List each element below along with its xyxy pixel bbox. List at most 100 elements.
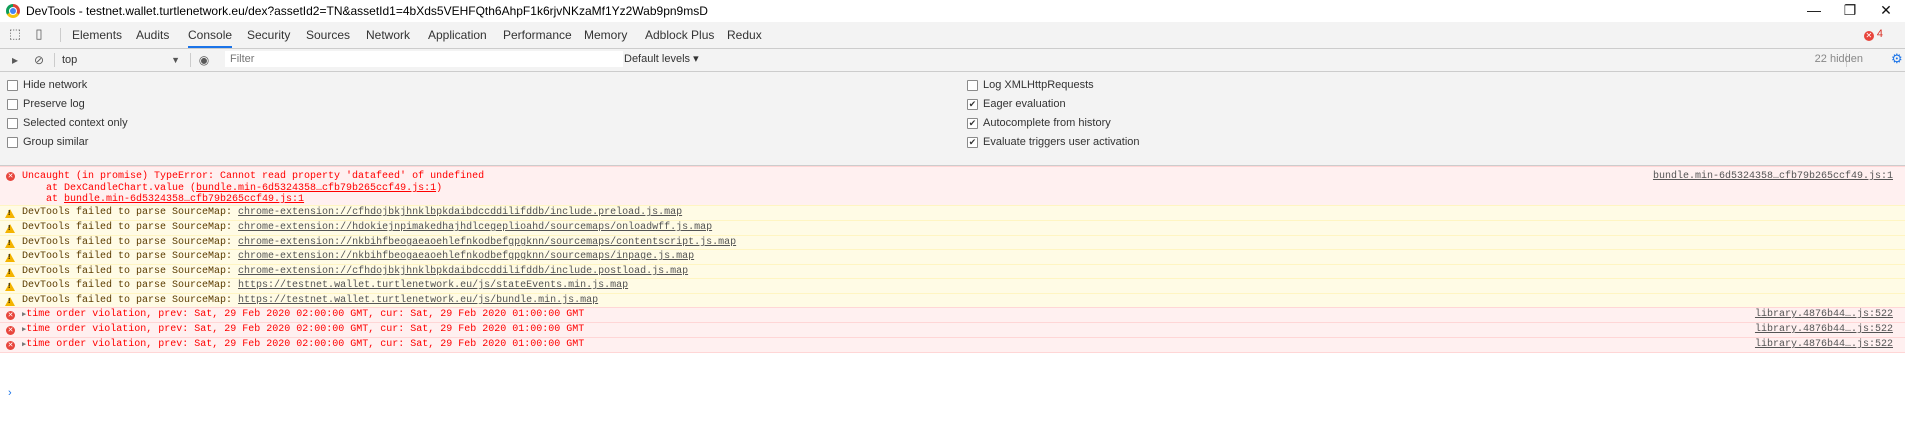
sourcemap-link[interactable]: chrome-extension://nkbihfbeogaeaoehlefnk… [238,237,736,248]
divider [60,28,61,42]
warning-icon [5,239,15,248]
console-warning-message: DevTools failed to parse SourceMap: http… [0,293,1905,307]
console-error-message[interactable]: ✕ ▶time order violation, prev: Sat, 29 F… [0,307,1905,322]
option-label: Eager evaluation [983,98,1066,110]
warning-prefix: DevTools failed to parse SourceMap: [22,207,239,218]
divider [54,53,55,67]
stack-frame-text: ) [436,183,443,194]
tab-adblock-plus[interactable]: Adblock Plus [645,22,714,48]
error-message-text: time order violation, prev: Sat, 29 Feb … [26,324,585,335]
error-text: ▶time order violation, prev: Sat, 29 Feb… [22,339,584,351]
warning-icon [5,268,15,277]
console-messages: ✕ Uncaught (in promise) TypeError: Canno… [0,166,1905,423]
minimize-button[interactable]: — [1799,2,1829,20]
checkbox[interactable] [7,137,18,148]
close-button[interactable]: ✕ [1871,2,1901,20]
warning-icon [5,209,15,218]
error-count: 4 [1876,28,1883,40]
console-prompt-icon[interactable]: › [8,387,12,399]
warning-icon [5,253,15,262]
tab-console[interactable]: Console [188,22,233,48]
warning-prefix: DevTools failed to parse SourceMap: [22,237,239,248]
tab-network[interactable]: Network [366,22,410,48]
checkbox[interactable] [7,118,18,129]
source-link[interactable]: library.4876b44….js:522 [1755,339,1893,351]
error-text: ▶time order violation, prev: Sat, 29 Feb… [22,309,584,321]
warning-prefix: DevTools failed to parse SourceMap: [22,222,239,233]
tab-security[interactable]: Security [247,22,290,48]
checkbox-checked[interactable]: ✔ [967,118,978,129]
console-warning-message: DevTools failed to parse SourceMap: chro… [0,235,1905,249]
error-icon: ✕ [6,341,15,350]
inspect-element-icon[interactable]: ⬚ [7,26,23,42]
error-count-badge[interactable]: ✕ 4 [1863,28,1883,41]
filter-input[interactable] [225,51,623,67]
option-label: Group similar [23,136,89,148]
tab-memory[interactable]: Memory [584,22,627,48]
checkbox[interactable] [7,80,18,91]
error-text: Uncaught (in promise) TypeError: Cannot … [22,171,485,182]
warning-text: DevTools failed to parse SourceMap: http… [22,295,598,307]
error-icon: ✕ [6,311,15,320]
sourcemap-link[interactable]: chrome-extension://cfhdojbkjhnklbpkdaibd… [238,207,682,218]
clear-console-icon[interactable]: ⊘ [31,52,47,68]
context-selector[interactable]: top ▼ [62,51,182,69]
hidden-messages-count: 22 hidden [1814,53,1863,65]
window-titlebar: DevTools - testnet.wallet.turtlenetwork.… [0,0,1905,22]
option-label: Log XMLHttpRequests [983,79,1094,91]
warning-prefix: DevTools failed to parse SourceMap: [22,280,239,291]
option-label: Evaluate triggers user activation [983,136,1140,148]
live-expression-icon[interactable]: ◉ [196,52,212,68]
tab-audits[interactable]: Audits [136,22,169,48]
tab-elements[interactable]: Elements [72,22,122,48]
sourcemap-link[interactable]: chrome-extension://hdokiejnpimakedhajhdl… [238,222,712,233]
settings-gear-icon[interactable]: ⚙ [1891,52,1903,66]
console-error-message: ✕ Uncaught (in promise) TypeError: Canno… [0,166,1905,205]
restore-button[interactable]: ❐ [1835,2,1865,20]
console-warning-message: DevTools failed to parse SourceMap: chro… [0,205,1905,220]
error-icon: ✕ [6,326,15,335]
console-toolbar: ▸ ⊘ top ▼ ◉ Default levels ▾ 22 hidden ⚙ [0,49,1905,72]
stack-frame-link[interactable]: bundle.min-6d5324358…cfb79b265ccf49.js:1 [64,194,304,205]
warning-text: DevTools failed to parse SourceMap: chro… [22,222,712,234]
warning-icon [5,282,15,291]
divider [190,53,191,67]
chrome-logo-icon [6,4,20,18]
source-link[interactable]: library.4876b44….js:522 [1755,324,1893,336]
error-text: ▶time order violation, prev: Sat, 29 Feb… [22,324,584,336]
device-toolbar-icon[interactable]: ▯ [31,26,47,42]
log-levels-dropdown[interactable]: Default levels ▾ [624,52,699,65]
option-label: Hide network [23,79,88,91]
console-error-message[interactable]: ✕ ▶time order violation, prev: Sat, 29 F… [0,337,1905,353]
sourcemap-link[interactable]: https://testnet.wallet.turtlenetwork.eu/… [238,295,598,306]
option-label: Autocomplete from history [983,117,1111,129]
sourcemap-link[interactable]: chrome-extension://cfhdojbkjhnklbpkdaibd… [238,266,688,277]
tab-application[interactable]: Application [428,22,487,48]
tab-sources[interactable]: Sources [306,22,350,48]
warning-prefix: DevTools failed to parse SourceMap: [22,266,239,277]
source-link[interactable]: bundle.min-6d5324358…cfb79b265ccf49.js:1 [1653,171,1893,183]
devtools-tabbar: ⬚ ▯ Elements Audits Console Security Sou… [0,22,1905,49]
warning-text: DevTools failed to parse SourceMap: chro… [22,207,682,219]
sourcemap-link[interactable]: https://testnet.wallet.turtlenetwork.eu/… [238,280,628,291]
window-title: DevTools - testnet.wallet.turtlenetwork.… [26,4,708,18]
console-error-message[interactable]: ✕ ▶time order violation, prev: Sat, 29 F… [0,322,1905,337]
dropdown-arrow-icon: ▼ [171,55,180,65]
tab-performance[interactable]: Performance [503,22,572,48]
option-label: Selected context only [23,117,128,129]
console-warning-message: DevTools failed to parse SourceMap: http… [0,278,1905,293]
tab-redux[interactable]: Redux [727,22,762,48]
show-sidebar-icon[interactable]: ▸ [7,52,23,68]
checkbox[interactable] [7,99,18,110]
error-icon: ✕ [6,172,15,181]
warning-text: DevTools failed to parse SourceMap: http… [22,280,628,292]
stack-frame-link[interactable]: bundle.min-6d5324358…cfb79b265ccf49.js:1 [196,183,436,194]
warning-text: DevTools failed to parse SourceMap: chro… [22,251,694,263]
sourcemap-link[interactable]: chrome-extension://nkbihfbeogaeaoehlefnk… [238,251,694,262]
checkbox-checked[interactable]: ✔ [967,137,978,148]
source-link[interactable]: library.4876b44….js:522 [1755,309,1893,321]
warning-text: DevTools failed to parse SourceMap: chro… [22,237,736,249]
checkbox-checked[interactable]: ✔ [967,99,978,110]
warning-prefix: DevTools failed to parse SourceMap: [22,251,239,262]
checkbox[interactable] [967,80,978,91]
